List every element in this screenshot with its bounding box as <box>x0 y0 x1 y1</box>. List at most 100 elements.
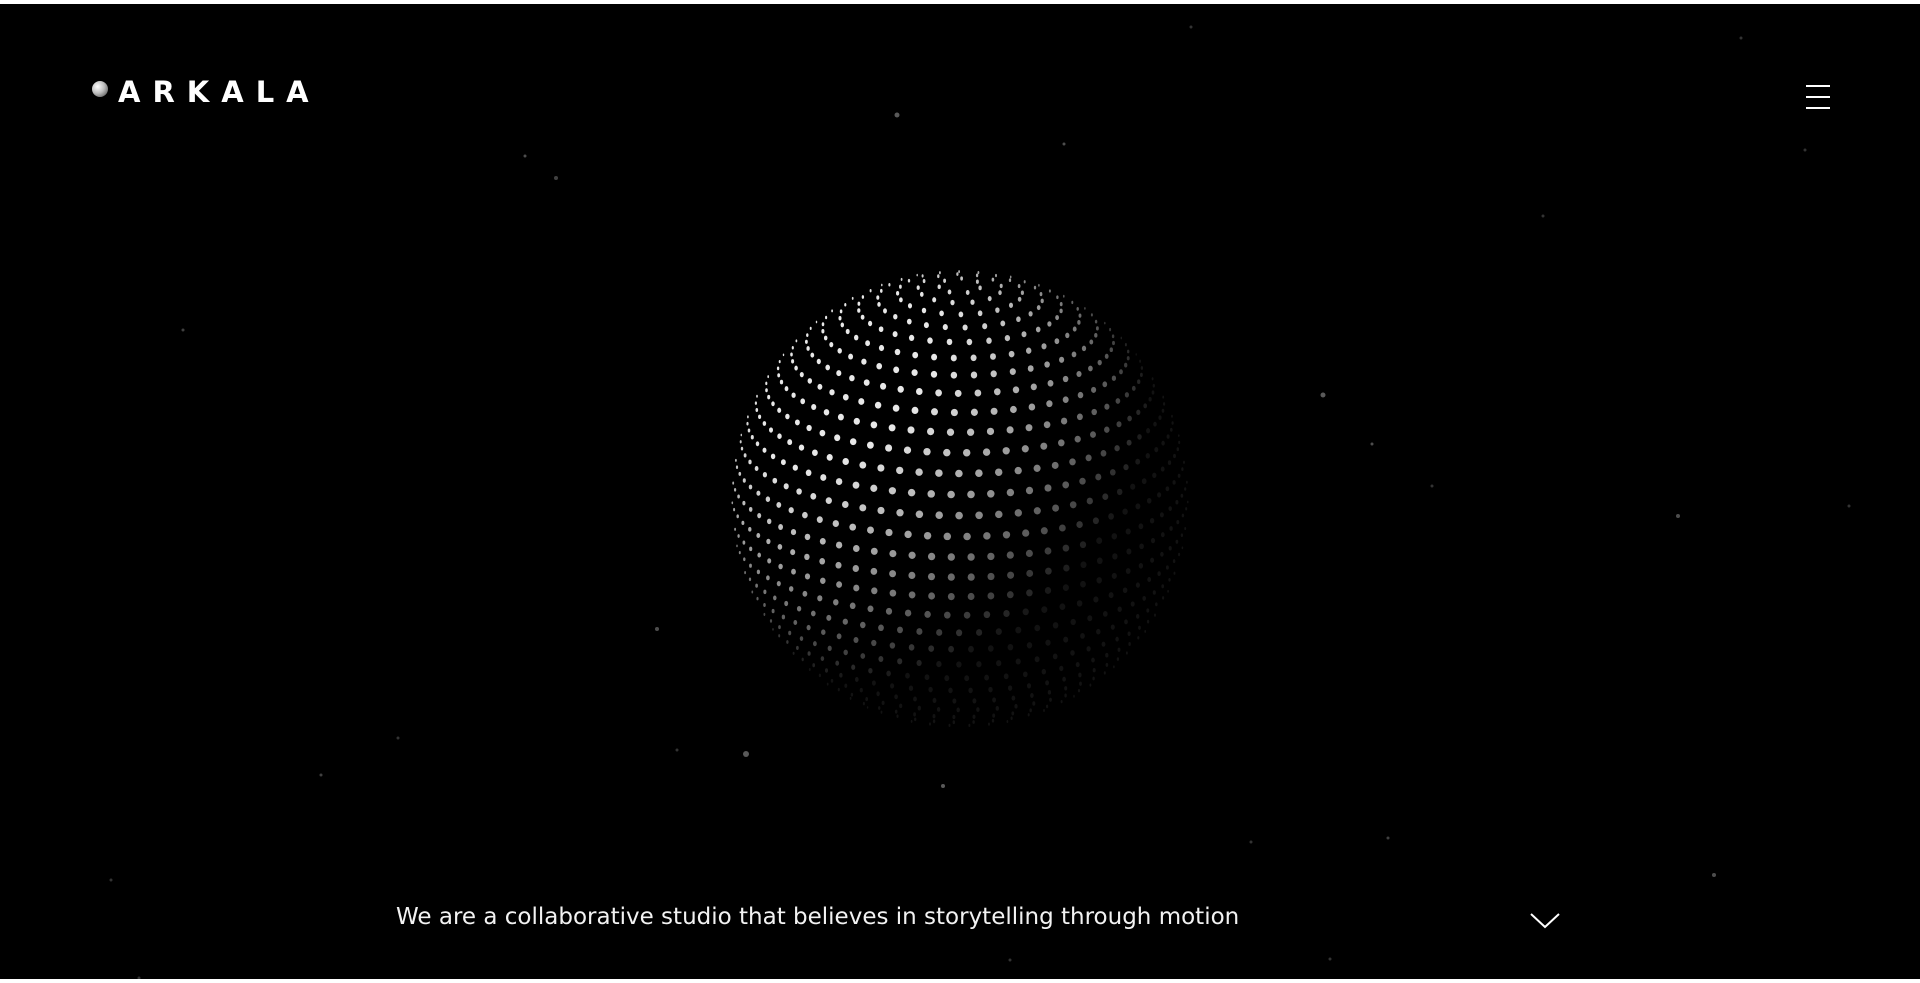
globe-dot <box>1010 405 1017 414</box>
globe-dot <box>1079 681 1082 686</box>
globe-dot <box>904 530 912 539</box>
globe-dot <box>777 407 782 413</box>
globe-dot <box>1130 601 1135 607</box>
globe-dot <box>1091 657 1095 663</box>
globe-dot <box>1077 320 1081 325</box>
globe-dot <box>880 382 887 390</box>
globe-dot <box>968 723 971 728</box>
globe-dot <box>1093 596 1099 603</box>
globe-dot <box>1144 629 1147 633</box>
globe-dot <box>810 493 817 500</box>
globe-dot <box>807 378 813 384</box>
globe-dot <box>786 640 789 644</box>
globe-dot <box>906 318 912 325</box>
globe-dot <box>987 552 995 561</box>
globe-dot <box>927 552 936 561</box>
globe-dot <box>836 370 842 377</box>
globe-dot <box>1064 686 1068 691</box>
globe-dot <box>1115 636 1119 642</box>
globe-dot <box>824 668 829 673</box>
globe-dot <box>1060 699 1063 704</box>
globe-dot <box>796 645 799 650</box>
globe-dot <box>765 388 768 393</box>
globe-dot <box>756 569 761 575</box>
globe-dot <box>777 373 781 378</box>
globe-dot <box>897 626 903 634</box>
globe-dot <box>836 581 843 588</box>
globe-dot <box>769 619 773 623</box>
globe-dot <box>1072 326 1077 332</box>
globe-dot <box>1036 305 1041 311</box>
globe-dot <box>929 722 931 726</box>
globe-dot <box>1184 526 1187 531</box>
globe-dot <box>867 605 874 613</box>
globe-dot <box>1064 693 1067 698</box>
globe-dot <box>1095 326 1099 331</box>
globe-dot <box>1006 591 1014 599</box>
globe-dot <box>838 315 842 321</box>
globe-dot <box>928 592 936 600</box>
globe-dot <box>1126 356 1130 361</box>
globe-dot <box>1094 319 1098 324</box>
globe-dot <box>733 488 737 492</box>
globe-dot <box>1096 577 1102 584</box>
globe-dot <box>795 339 798 343</box>
globe-dot <box>955 469 963 478</box>
globe-dot <box>877 302 881 307</box>
globe-dot <box>1177 473 1181 478</box>
globe-dot <box>1146 608 1150 613</box>
globe-dot <box>983 611 991 619</box>
globe-dot <box>861 358 867 365</box>
globe-dot <box>911 369 918 376</box>
globe-dot <box>1025 486 1034 495</box>
globe-dot <box>885 528 893 537</box>
globe-dot <box>1034 656 1040 663</box>
globe-dot <box>1007 643 1014 651</box>
globe-dot <box>776 501 782 508</box>
hamburger-menu-button[interactable] <box>1800 80 1836 120</box>
brand-logo[interactable]: ARKALA <box>92 78 321 107</box>
globe-dot <box>1137 434 1142 440</box>
globe-dot <box>1125 651 1128 655</box>
globe-dot <box>894 694 898 700</box>
globe-dot <box>1063 294 1065 298</box>
globe-dot <box>772 477 778 484</box>
globe-dot <box>1116 488 1123 496</box>
globe-dot <box>1002 531 1011 539</box>
globe-dot <box>1152 590 1156 595</box>
globe-dot <box>916 273 918 277</box>
globe-dot <box>931 408 938 416</box>
globe-dot <box>815 320 818 324</box>
globe-dot <box>1138 563 1144 569</box>
moon-orb-icon <box>92 80 108 97</box>
globe-dot <box>867 441 874 449</box>
globe-dot <box>956 272 959 276</box>
chevron-down-icon[interactable] <box>1528 908 1562 932</box>
globe-dot <box>844 683 848 688</box>
globe-dot <box>788 630 792 636</box>
globe-dot <box>1039 292 1043 297</box>
globe-dot <box>1180 533 1184 538</box>
globe-dot <box>732 481 735 485</box>
globe-dot <box>1175 499 1179 505</box>
globe-dot <box>1006 488 1015 497</box>
globe-dot <box>1052 653 1058 660</box>
globe-dot <box>1158 415 1162 420</box>
globe-dot <box>1105 662 1109 667</box>
globe-dot <box>952 698 957 704</box>
globe-dot <box>911 406 919 414</box>
globe-dot <box>972 720 975 724</box>
globe-dot <box>1181 546 1184 550</box>
globe-dot <box>861 295 865 299</box>
globe-dot <box>817 383 823 390</box>
globe-dot <box>1157 571 1161 576</box>
globe-dot <box>1022 608 1029 616</box>
globe-dot <box>1124 619 1128 625</box>
globe-dot <box>742 540 746 545</box>
globe-dot <box>1048 289 1051 293</box>
globe-dot <box>1035 326 1041 333</box>
globe-dot <box>754 465 759 472</box>
globe-dot <box>821 629 826 635</box>
globe-dot <box>963 611 971 619</box>
globe-dot <box>1139 372 1143 377</box>
